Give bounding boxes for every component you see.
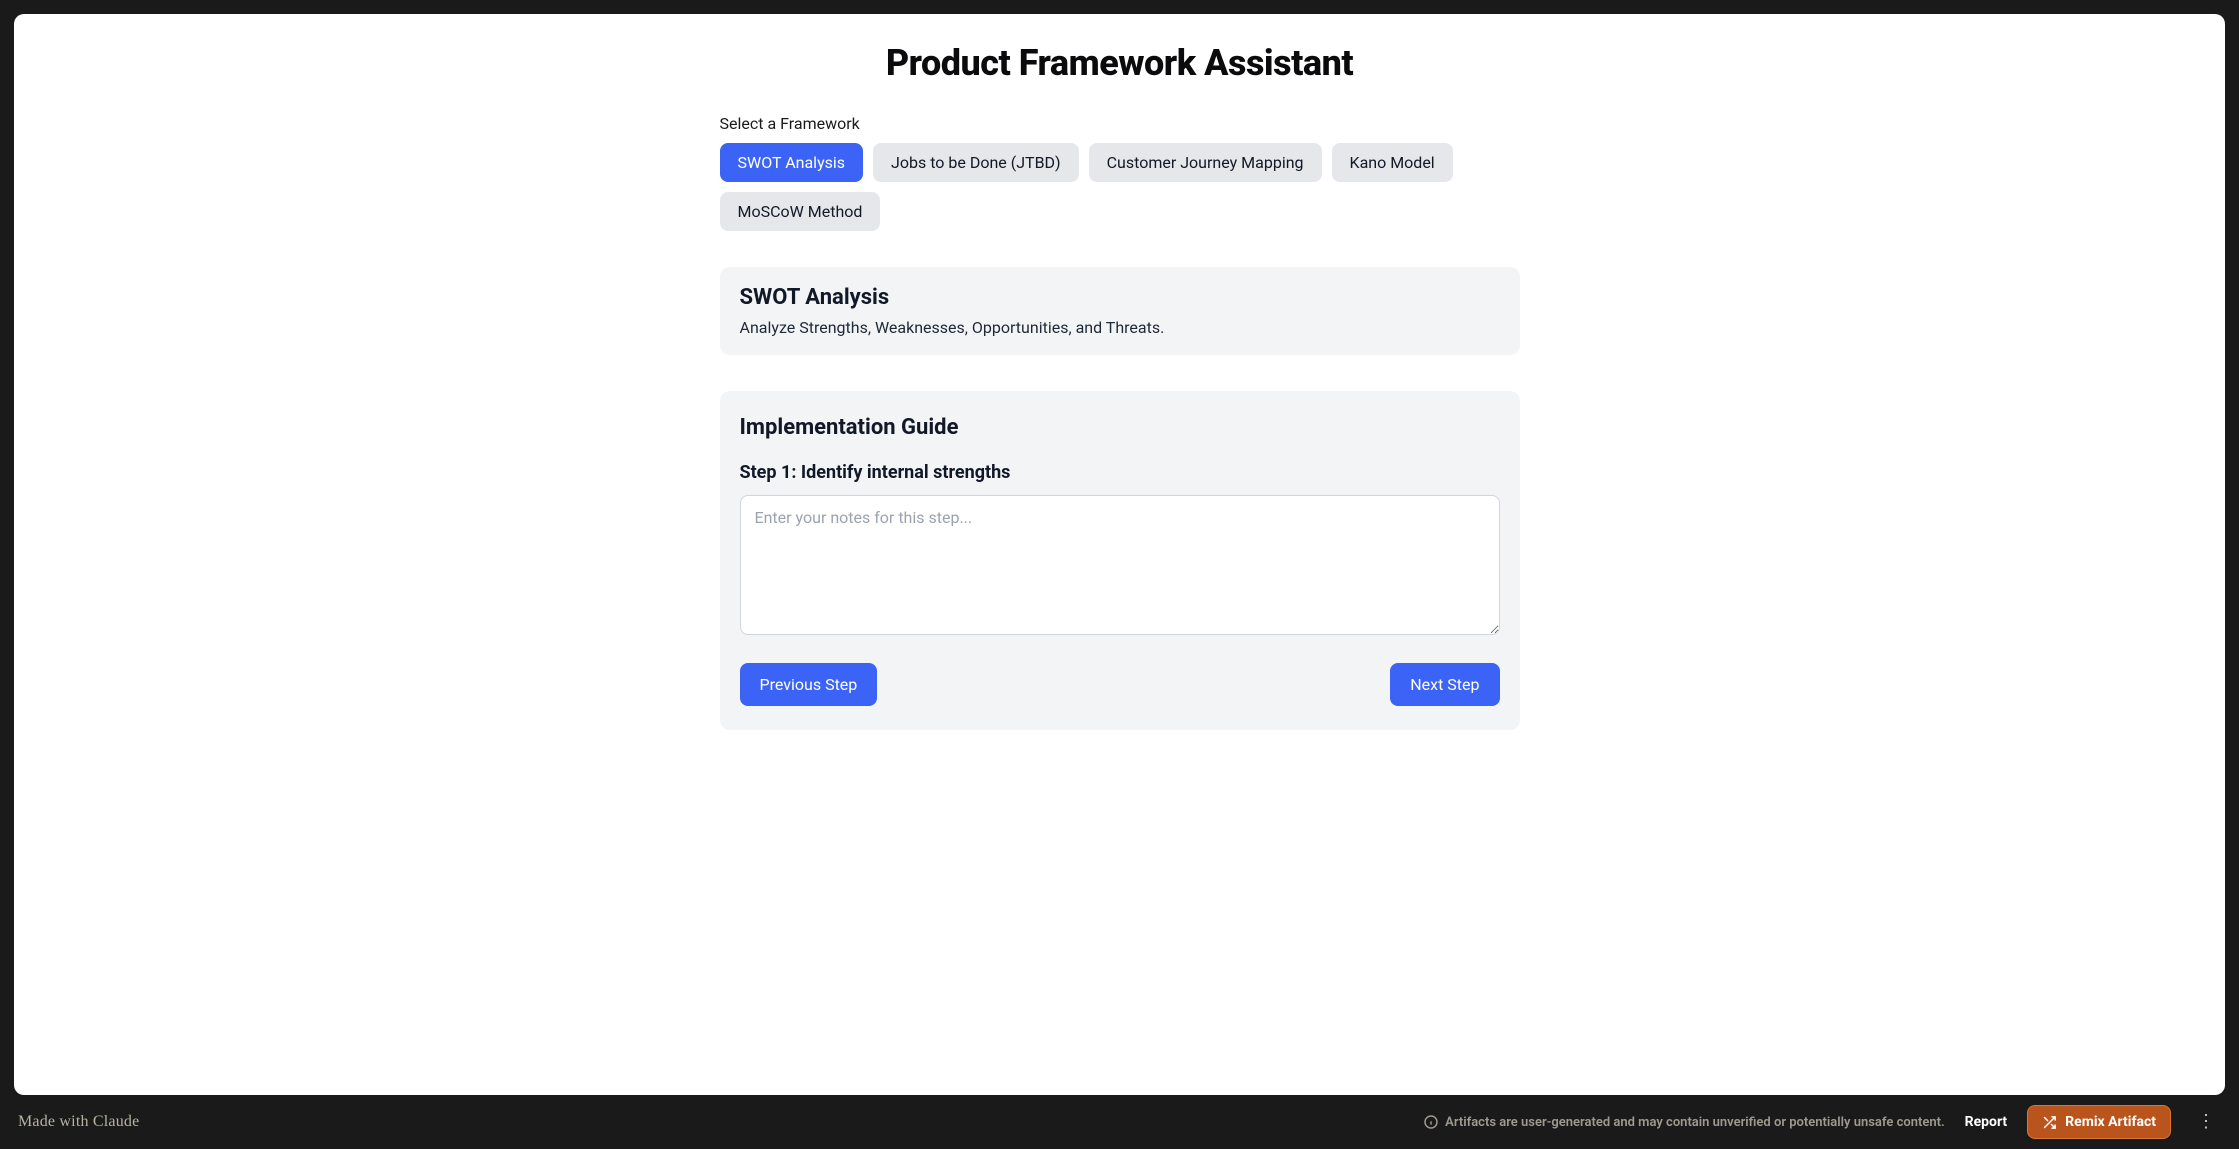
framework-summary-card: SWOT Analysis Analyze Strengths, Weaknes… — [720, 267, 1520, 355]
next-step-button[interactable]: Next Step — [1390, 663, 1499, 706]
app-content: Product Framework Assistant Select a Fra… — [700, 14, 1540, 758]
outer-frame: Product Framework Assistant Select a Fra… — [0, 0, 2239, 1095]
step-label: Step 1: Identify internal strengths — [740, 462, 1500, 483]
framework-summary-description: Analyze Strengths, Weaknesses, Opportuni… — [740, 318, 1500, 337]
more-menu-icon[interactable]: ⋮ — [2191, 1111, 2221, 1133]
remix-artifact-label: Remix Artifact — [2065, 1114, 2156, 1130]
implementation-guide-card: Implementation Guide Step 1: Identify in… — [720, 391, 1520, 730]
step-notes-textarea[interactable] — [740, 495, 1500, 635]
footer-disclaimer-text: Artifacts are user-generated and may con… — [1445, 1115, 1945, 1130]
made-with-claude: Made with Claude — [18, 1113, 139, 1131]
framework-summary-title: SWOT Analysis — [740, 285, 1500, 310]
remix-artifact-button[interactable]: Remix Artifact — [2027, 1105, 2171, 1139]
report-link[interactable]: Report — [1965, 1114, 2008, 1130]
app-window: Product Framework Assistant Select a Fra… — [14, 14, 2225, 1095]
page-title: Product Framework Assistant — [720, 42, 1520, 84]
footer-disclaimer: Artifacts are user-generated and may con… — [1423, 1114, 1945, 1130]
info-icon — [1423, 1114, 1439, 1130]
previous-step-button[interactable]: Previous Step — [740, 663, 878, 706]
select-framework-label: Select a Framework — [720, 114, 1520, 133]
framework-section: Select a Framework SWOT Analysis Jobs to… — [720, 114, 1520, 730]
step-button-row: Previous Step Next Step — [740, 663, 1500, 706]
framework-pill-swot[interactable]: SWOT Analysis — [720, 143, 864, 182]
framework-pill-journey[interactable]: Customer Journey Mapping — [1089, 143, 1322, 182]
shuffle-icon — [2042, 1115, 2057, 1130]
framework-pill-moscow[interactable]: MoSCoW Method — [720, 192, 881, 231]
framework-pill-jtbd[interactable]: Jobs to be Done (JTBD) — [873, 143, 1079, 182]
footer-right: Artifacts are user-generated and may con… — [1423, 1105, 2221, 1139]
framework-pill-kano[interactable]: Kano Model — [1332, 143, 1453, 182]
implementation-guide-title: Implementation Guide — [740, 415, 1500, 440]
footer-bar: Made with Claude Artifacts are user-gene… — [0, 1095, 2239, 1149]
framework-pill-row: SWOT Analysis Jobs to be Done (JTBD) Cus… — [720, 143, 1520, 231]
